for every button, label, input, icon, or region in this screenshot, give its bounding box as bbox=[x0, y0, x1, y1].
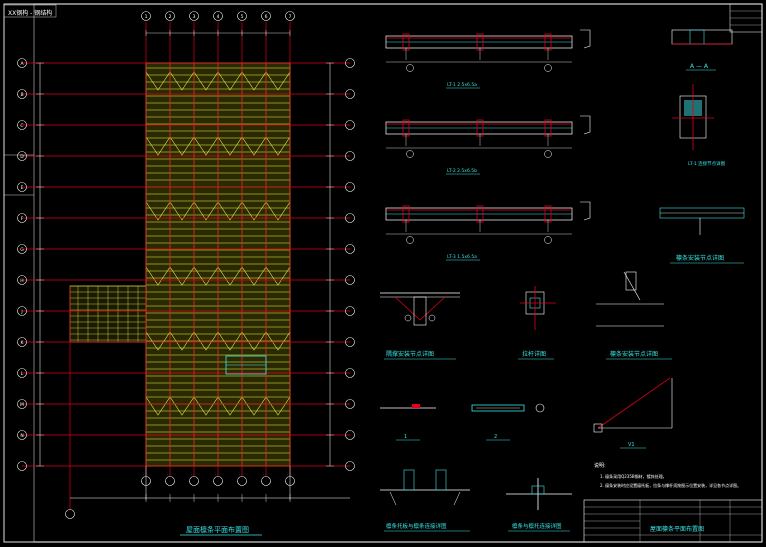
grid-label-left: N bbox=[20, 433, 23, 439]
bottom-connection-details: 檩条托板与檩条连接详图 檩条与檩托连接详图 bbox=[380, 469, 572, 532]
note-1: 1. 檩条采用Q235B钢材，镀锌处理。 bbox=[600, 473, 667, 479]
purlin-node-detail: 檩条安装节点详图 bbox=[596, 271, 672, 360]
beam-label: LT-2 2.5x6.5b bbox=[447, 168, 477, 174]
grid-label-left: H bbox=[20, 278, 23, 284]
brace-node-detail: 隅撑安装节点详图 bbox=[380, 292, 460, 360]
grid-label-top: 5 bbox=[241, 14, 244, 20]
beam-elevation: LT-2 2.5x6.5b bbox=[385, 115, 591, 175]
grid-label-top: 4 bbox=[217, 14, 220, 20]
beam-elevation: LT-3 1.5x6.5a bbox=[385, 201, 591, 261]
section-a: A — A LT-1 连接节点详图 檩条安装节点详图 bbox=[659, 29, 745, 264]
grid-label-left: K bbox=[21, 340, 25, 346]
beam-elevation: LT-1 2.5x6.5a bbox=[385, 29, 591, 89]
grid-label-left: C bbox=[20, 123, 23, 129]
svg-text:说明:: 说明: bbox=[594, 462, 606, 469]
grid-label-left: L bbox=[21, 371, 24, 377]
svg-text:2: 2 bbox=[494, 434, 497, 440]
grid-label-left: D bbox=[20, 154, 24, 160]
beam-elevations: LT-1 2.5x6.5a LT-2 2.5x6.5b LT-3 1.5x6.5a bbox=[385, 29, 591, 261]
grid-label-left: E bbox=[21, 185, 24, 191]
grid-label-left: G bbox=[20, 247, 24, 253]
plan-view: 1 2 3 4 5 6 7 A B C D E F G H J K L M N 屋面檩条平面布置图 bbox=[17, 11, 355, 536]
tie-rod-title: 拉杆详图 bbox=[522, 350, 546, 358]
grid-label-left: J bbox=[20, 309, 22, 315]
grid-label-left: A bbox=[20, 61, 24, 67]
section-a-title: A — A bbox=[690, 63, 709, 70]
purlin-detail-small-title: 檩条安装节点详图 bbox=[676, 254, 724, 262]
anchor-title: 檩条与檩托连接详图 bbox=[512, 522, 562, 530]
sheet-border bbox=[3, 3, 763, 543]
purlin-node-title: 檩条安装节点详图 bbox=[610, 350, 658, 358]
plan-title: 屋面檩条平面布置图 bbox=[186, 525, 249, 534]
cad-drawing: XX钢构 - 钢结构 1 2 3 4 5 6 7 A B C D E F G H J K L M N 屋面檩条平面布置… bbox=[3, 3, 763, 543]
beam-label: LT-1 2.5x6.5a bbox=[447, 82, 477, 88]
svg-text:1: 1 bbox=[404, 434, 407, 440]
corner-label: XX钢构 - 钢结构 bbox=[8, 9, 52, 17]
grid-label-top: 2 bbox=[169, 14, 172, 20]
svg-text:V1: V1 bbox=[628, 442, 635, 448]
beam-label: LT-3 1.5x6.5a bbox=[447, 254, 477, 260]
grid-label-top: 7 bbox=[289, 14, 292, 20]
grid-label-left: B bbox=[20, 92, 23, 98]
grid-label-left: F bbox=[21, 216, 24, 222]
brace-node-title: 隅撑安装节点详图 bbox=[386, 350, 434, 358]
notes-block: 说明: 1. 檩条采用Q235B钢材，镀锌处理。 2. 檩条安装时应设置檩托板，… bbox=[594, 462, 741, 488]
note-2: 2. 檩条安装时应设置檩托板，拉条与撑杆须按图示位置安装，详见各节点详图。 bbox=[600, 482, 741, 488]
svg-text:LT-1 连接节点详图: LT-1 连接节点详图 bbox=[688, 160, 726, 167]
title-block: 屋面檩条平面布置图 bbox=[583, 3, 763, 543]
left-margin-strip bbox=[3, 3, 35, 543]
bracket-title: 檩条托板与檩条连接详图 bbox=[386, 522, 447, 530]
sheet-name: 屋面檩条平面布置图 bbox=[650, 525, 704, 533]
tie-rod-detail: 拉杆详图 bbox=[518, 286, 556, 360]
grid-label-left: M bbox=[20, 402, 24, 408]
small-details: 1 2 V1 bbox=[380, 377, 673, 449]
grid-label-top: 6 bbox=[265, 14, 268, 20]
grid-label-top: 1 bbox=[145, 14, 148, 20]
grid-label-top: 3 bbox=[193, 14, 196, 20]
